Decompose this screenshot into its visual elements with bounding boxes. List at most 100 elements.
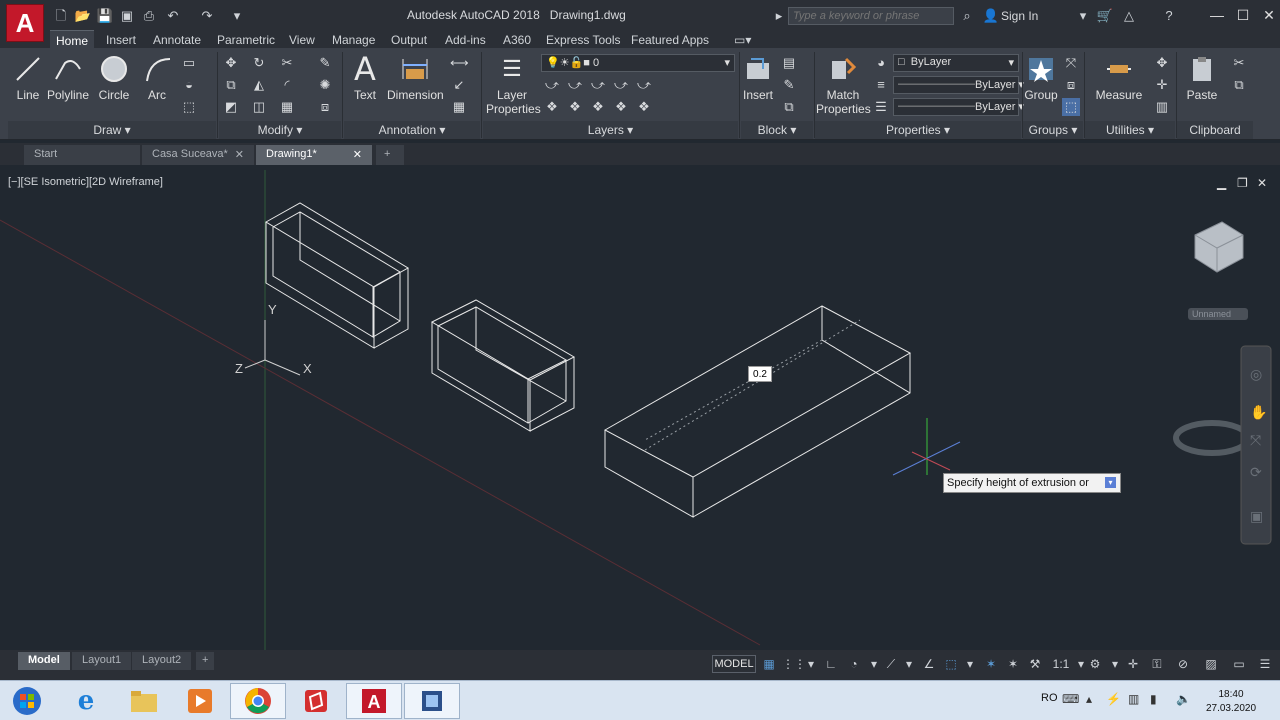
utilities-panel-footer[interactable]: Utilities ▾ <box>1085 121 1175 139</box>
tab-parametric[interactable]: Parametric <box>211 30 281 48</box>
doc-tab-start[interactable]: Start <box>24 145 140 165</box>
isodraft-dropdown-icon[interactable]: ▾ <box>900 655 918 673</box>
group-button[interactable]: Group <box>1024 54 1058 102</box>
close-button[interactable]: ✕ <box>1256 5 1280 25</box>
clean-screen-icon[interactable]: ▭ <box>1230 655 1248 673</box>
file-explorer-icon[interactable] <box>116 683 172 719</box>
media-player-icon[interactable] <box>172 683 228 719</box>
layer-tool-1-icon[interactable]: ⤻ <box>543 76 561 94</box>
match-properties-button[interactable]: Match Properties <box>816 54 871 116</box>
tab-layout2[interactable]: Layout2 <box>132 652 192 670</box>
modify-panel-footer[interactable]: Modify ▾ <box>219 121 341 139</box>
layers-panel-footer[interactable]: Layers ▾ <box>483 121 738 139</box>
fillet-icon[interactable]: ◜ <box>278 76 296 94</box>
calculator-icon[interactable]: ▥ <box>1153 98 1171 116</box>
layer-dropdown[interactable]: 💡☀🔓■ 0 ▾ <box>541 54 735 72</box>
trim-icon[interactable]: ✂ <box>278 54 296 72</box>
new-file-icon[interactable]: 🗋 <box>52 7 70 25</box>
explode-icon[interactable]: ✺ <box>316 76 334 94</box>
linetype-dropdown[interactable]: ——————— ByLayer ▾ <box>893 76 1024 94</box>
arc-button[interactable]: Arc <box>143 54 171 102</box>
workspace-dropdown-icon[interactable]: ▾ <box>1106 655 1124 673</box>
windows-start-icon[interactable] <box>2 683 52 719</box>
units-icon[interactable]: ⚿ <box>1148 655 1166 673</box>
point-icon[interactable]: ✛ <box>1153 76 1171 94</box>
redo-icon[interactable]: ↷ <box>198 7 216 25</box>
measure-button[interactable]: Measure <box>1094 54 1144 102</box>
color-dropdown[interactable]: □ ByLayer ▾ <box>893 54 1019 72</box>
groups-panel-footer[interactable]: Groups ▾ <box>1023 121 1083 139</box>
minimize-button[interactable]: — <box>1204 5 1230 25</box>
add-layout-button[interactable]: + <box>196 652 215 670</box>
copy-clip-icon[interactable]: ⧉ <box>1230 76 1248 94</box>
viewport-close-icon[interactable]: ✕ <box>1257 176 1267 190</box>
table-icon[interactable]: ▦ <box>450 98 468 116</box>
orbit-icon[interactable]: ⟳ <box>1250 464 1262 481</box>
cart-icon[interactable]: 🛒 <box>1096 7 1114 25</box>
pan-icon[interactable]: ✋ <box>1250 404 1267 421</box>
grid-icon[interactable]: ▦ <box>760 655 778 673</box>
tab-add-ins[interactable]: Add-ins <box>439 30 492 48</box>
chrome-icon[interactable] <box>230 683 286 719</box>
viewport-minimize-icon[interactable]: ▁ <box>1217 176 1226 190</box>
tray-network-icon[interactable]: ▥ <box>1128 692 1139 706</box>
region-icon[interactable]: ⬚ <box>180 98 198 116</box>
tab-layout1[interactable]: Layout1 <box>72 652 132 670</box>
mirror-icon[interactable]: ◭ <box>250 76 268 94</box>
linetype-icon[interactable]: ≡ <box>872 76 890 94</box>
isodraft-icon[interactable]: ⟋ <box>882 655 900 673</box>
sketchup-icon[interactable] <box>288 683 344 719</box>
snap-dropdown-icon[interactable]: ▾ <box>802 655 820 673</box>
autocad-taskbar-icon[interactable]: A <box>346 683 402 719</box>
tab-annotate[interactable]: Annotate <box>147 30 207 48</box>
keyboard-icon[interactable]: ⌨ <box>1062 692 1079 706</box>
group-edit-icon[interactable]: ⧈ <box>1062 76 1080 94</box>
layer-tool-8-icon[interactable]: ❖ <box>589 98 607 116</box>
object-snap-tracking-icon[interactable]: ∠ <box>920 655 938 673</box>
tab-express-tools[interactable]: Express Tools <box>540 30 626 48</box>
extruded-slab[interactable] <box>603 305 912 518</box>
ungroup-icon[interactable]: ⤧ <box>1062 54 1080 72</box>
save-as-icon[interactable]: ▣ <box>118 7 136 25</box>
internet-explorer-icon[interactable]: e <box>58 683 114 719</box>
tooltip-options-icon[interactable]: ▾ <box>1105 477 1116 488</box>
cut-icon[interactable]: ✂ <box>1230 54 1248 72</box>
draw-panel-footer[interactable]: Draw ▾ <box>8 121 216 139</box>
stretch-icon[interactable]: ◩ <box>222 98 240 116</box>
create-block-icon[interactable]: ▤ <box>780 54 798 72</box>
tab-model[interactable]: Model <box>18 652 70 670</box>
lineweight-dropdown[interactable]: ——————— ByLayer ▾ <box>893 98 1024 116</box>
tab-view[interactable]: View <box>283 30 321 48</box>
hollow-box-1[interactable] <box>265 202 409 349</box>
layer-tool-10-icon[interactable]: ❖ <box>635 98 653 116</box>
language-indicator[interactable]: RO <box>1041 692 1058 704</box>
annotation-scale-value[interactable]: 1:1 <box>1048 655 1074 673</box>
help-icon[interactable]: ? <box>1160 7 1178 25</box>
close-tab-icon[interactable]: ✕ <box>235 148 244 161</box>
annotation-scale-icon[interactable]: ⚒ <box>1026 655 1044 673</box>
viewcube[interactable] <box>1173 221 1251 456</box>
viewport-restore-icon[interactable]: ❐ <box>1237 176 1248 190</box>
tab-a360[interactable]: A360 <box>497 30 537 48</box>
print-icon[interactable]: ⎙ <box>140 7 158 25</box>
search-input[interactable] <box>788 7 954 25</box>
hardware-acceleration-icon[interactable]: ▨ <box>1202 655 1220 673</box>
copy-icon[interactable]: ⧉ <box>222 76 240 94</box>
group-selection-icon[interactable]: ⬚ <box>1062 98 1080 116</box>
search-expand-icon[interactable]: ▸ <box>770 7 788 25</box>
layer-tool-6-icon[interactable]: ❖ <box>543 98 561 116</box>
linear-dimension-icon[interactable]: ⟷ <box>450 54 469 72</box>
object-snap-icon[interactable]: ⬚ <box>942 655 960 673</box>
scale-icon[interactable]: ◫ <box>250 98 268 116</box>
zoom-icon[interactable]: ⤧ <box>1250 432 1261 449</box>
open-folder-icon[interactable]: 📂 <box>74 7 92 25</box>
ortho-icon[interactable]: ∟ <box>822 655 840 673</box>
annotation-panel-footer[interactable]: Annotation ▾ <box>344 121 480 139</box>
viewport-controls[interactable]: [−][SE Isometric][2D Wireframe] <box>8 176 163 188</box>
tab-manage[interactable]: Manage <box>326 30 381 48</box>
tray-device-icon[interactable]: ⚡ <box>1106 692 1121 706</box>
rectangle-icon[interactable]: ▭ <box>180 54 198 72</box>
model-space-button[interactable]: MODEL <box>712 655 756 673</box>
customization-icon[interactable]: ☰ <box>1256 655 1274 673</box>
color-wheel-icon[interactable]: ◕ <box>872 54 890 72</box>
